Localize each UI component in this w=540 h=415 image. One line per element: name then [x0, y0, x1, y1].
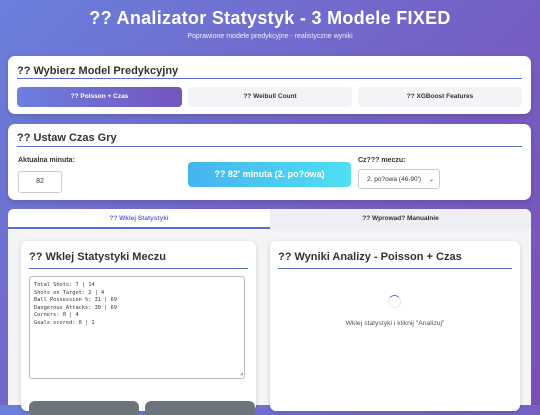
stats-line: Ball Possession %: 31 | 69 — [34, 297, 117, 303]
divider — [17, 146, 522, 147]
divider — [29, 268, 248, 269]
minute-input[interactable]: 82 — [18, 171, 62, 193]
minute-display: ?? 82' minuta (2. po?owa) — [188, 162, 351, 187]
action-button-left[interactable] — [29, 401, 139, 415]
results-empty-message: Wklej statystyki i kliknij "Analizuj" — [345, 320, 445, 327]
stats-line: Total Shots: 7 | 14 — [34, 282, 95, 288]
model-button-xgboost[interactable]: ?? XGBoost Features — [358, 87, 522, 107]
half-select-value: 2. po?owa (46-90') — [367, 176, 421, 183]
time-section-heading: ?? Ustaw Czas Gry — [17, 132, 117, 144]
results-panel: ?? Wyniki Analizy - Poisson + Czas Wklej… — [270, 241, 520, 411]
half-select[interactable]: 2. po?owa (46-90') ⌄ — [358, 169, 440, 189]
stats-textarea[interactable]: Total Shots: 7 | 14 Shots on Target: 2 |… — [29, 276, 245, 379]
app-title: ?? Analizator Statystyk - 3 Modele FIXED — [89, 8, 451, 28]
tab-paste-stats[interactable]: ?? Wklej Statystyki — [8, 209, 270, 229]
paste-stats-panel: ?? Wklej Statystyki Meczu Total Shots: 7… — [21, 241, 256, 415]
divider — [17, 78, 522, 79]
model-button-weibull[interactable]: ?? Weibull Count — [188, 87, 352, 107]
input-tabs-area: ?? Wklej Statystyki ?? Wprowad? Manualni… — [8, 209, 531, 415]
paste-panel-heading: ?? Wklej Statystyki Meczu — [29, 251, 166, 263]
chevron-down-icon: ⌄ — [428, 177, 434, 183]
model-options: ?? Poisson + Czas ?? Weibull Count ?? XG… — [17, 87, 522, 107]
results-panel-heading: ?? Wyniki Analizy - Poisson + Czas — [278, 251, 462, 263]
divider — [278, 268, 512, 269]
stats-line: Corners: 0 | 4 — [34, 312, 79, 318]
model-button-poisson[interactable]: ?? Poisson + Czas — [17, 87, 182, 107]
loading-spinner-icon — [388, 295, 401, 308]
stats-line: Dangerous Attacks: 30 | 69 — [34, 304, 117, 311]
minute-label: Aktualna minuta: — [18, 157, 75, 164]
action-button-right[interactable] — [145, 401, 255, 415]
app-header: ?? Analizator Statystyk - 3 Modele FIXED… — [0, 0, 540, 40]
resize-handle-icon[interactable]: ◢ — [240, 371, 243, 377]
game-time-card: ?? Ustaw Czas Gry Aktualna minuta: 82 ??… — [8, 124, 531, 200]
stats-line: Goals scored: 0 | 1 — [34, 319, 95, 326]
model-selection-card: ?? Wybierz Model Predykcyjny ?? Poisson … — [8, 56, 531, 114]
model-section-heading: ?? Wybierz Model Predykcyjny — [17, 65, 179, 77]
app-subtitle: Poprawione modele predykcyjne - realisty… — [187, 33, 353, 40]
half-label: Cz??? meczu: — [358, 157, 406, 164]
tab-manual-entry[interactable]: ?? Wprowad? Manualnie — [270, 209, 531, 229]
stats-line: Shots on Target: 2 | 4 — [34, 289, 105, 296]
